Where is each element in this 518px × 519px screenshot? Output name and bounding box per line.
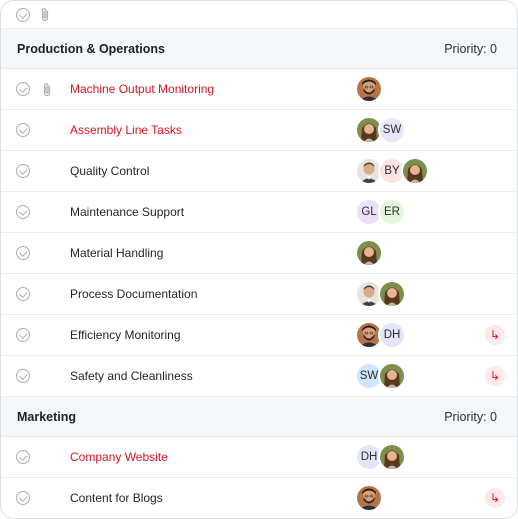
task-name[interactable]: Safety and Cleanliness bbox=[70, 369, 193, 383]
check-circle-icon[interactable] bbox=[16, 164, 30, 178]
task-name[interactable]: Material Handling bbox=[70, 246, 163, 260]
check-circle-icon[interactable] bbox=[16, 369, 30, 383]
check-circle-icon[interactable] bbox=[16, 246, 30, 260]
paperclip-icon[interactable] bbox=[42, 82, 52, 102]
check-circle-icon[interactable] bbox=[16, 450, 30, 464]
task-row[interactable]: Safety and Cleanliness SW ↳ bbox=[1, 356, 517, 397]
task-row[interactable]: Content for Blogs ↳ bbox=[1, 478, 517, 518]
group-header[interactable]: Marketing Priority: 0 bbox=[1, 397, 517, 437]
assignee-avatars[interactable]: DH bbox=[355, 321, 406, 349]
check-circle-icon[interactable] bbox=[16, 287, 30, 301]
avatar-photo[interactable] bbox=[355, 484, 383, 512]
paperclip-icon[interactable] bbox=[40, 7, 50, 22]
group-name: Production & Operations bbox=[17, 41, 165, 56]
check-circle-icon[interactable] bbox=[16, 328, 30, 342]
subtask-arrow-icon[interactable]: ↳ bbox=[485, 488, 505, 508]
task-groups: Production & Operations Priority: 0 Machin… bbox=[1, 29, 517, 518]
assignee-avatars[interactable] bbox=[355, 280, 406, 308]
avatar-photo[interactable] bbox=[378, 443, 406, 471]
task-row[interactable]: Maintenance Support GL ER bbox=[1, 192, 517, 233]
task-name[interactable]: Content for Blogs bbox=[70, 491, 163, 505]
assignee-avatars[interactable]: GL ER bbox=[355, 198, 406, 226]
assignee-avatars[interactable]: SW bbox=[355, 116, 406, 144]
subtask-arrow-icon[interactable]: ↳ bbox=[485, 325, 505, 345]
group-priority: Priority: 0 bbox=[444, 41, 497, 56]
avatar-photo[interactable] bbox=[378, 280, 406, 308]
assignee-avatars[interactable]: DH bbox=[355, 443, 406, 471]
task-row[interactable]: Machine Output Monitoring bbox=[1, 69, 517, 110]
group-header[interactable]: Production & Operations Priority: 0 bbox=[1, 29, 517, 69]
avatar-initials[interactable]: DH bbox=[378, 321, 406, 349]
task-name[interactable]: Quality Control bbox=[70, 164, 149, 178]
check-circle-icon[interactable] bbox=[16, 82, 30, 96]
assignee-avatars[interactable] bbox=[355, 75, 383, 103]
check-circle-icon[interactable] bbox=[16, 491, 30, 505]
subtask-arrow-icon[interactable]: ↳ bbox=[485, 366, 505, 386]
task-row[interactable]: Quality Control BY bbox=[1, 151, 517, 192]
task-row[interactable]: Process Documentation bbox=[1, 274, 517, 315]
check-circle-icon[interactable] bbox=[16, 123, 30, 137]
task-row[interactable]: Company Website DH bbox=[1, 437, 517, 478]
task-row[interactable]: Efficiency Monitoring DH ↳ bbox=[1, 315, 517, 356]
bulk-actions-toolbar bbox=[1, 1, 517, 29]
avatar-initials[interactable]: SW bbox=[378, 116, 406, 144]
task-name[interactable]: Efficiency Monitoring bbox=[70, 328, 181, 342]
task-name[interactable]: Maintenance Support bbox=[70, 205, 184, 219]
task-name[interactable]: Company Website bbox=[70, 450, 168, 464]
assignee-avatars[interactable]: BY bbox=[355, 157, 429, 185]
assignee-avatars[interactable]: SW bbox=[355, 362, 406, 390]
task-name[interactable]: Assembly Line Tasks bbox=[70, 123, 182, 137]
assignee-avatars[interactable] bbox=[355, 239, 383, 267]
avatar-photo[interactable] bbox=[378, 362, 406, 390]
task-row[interactable]: Assembly Line Tasks SW bbox=[1, 110, 517, 151]
avatar-photo[interactable] bbox=[355, 75, 383, 103]
check-circle-icon[interactable] bbox=[16, 205, 30, 219]
avatar-photo[interactable] bbox=[401, 157, 429, 185]
task-list-panel: Production & Operations Priority: 0 Machin… bbox=[0, 0, 518, 519]
task-name[interactable]: Machine Output Monitoring bbox=[70, 82, 214, 96]
avatar-initials[interactable]: ER bbox=[378, 198, 406, 226]
group-name: Marketing bbox=[17, 409, 77, 424]
task-name[interactable]: Process Documentation bbox=[70, 287, 197, 301]
group-priority: Priority: 0 bbox=[444, 409, 497, 424]
task-row[interactable]: Material Handling bbox=[1, 233, 517, 274]
check-circle-icon[interactable] bbox=[16, 7, 30, 22]
avatar-photo[interactable] bbox=[355, 239, 383, 267]
assignee-avatars[interactable] bbox=[355, 484, 383, 512]
